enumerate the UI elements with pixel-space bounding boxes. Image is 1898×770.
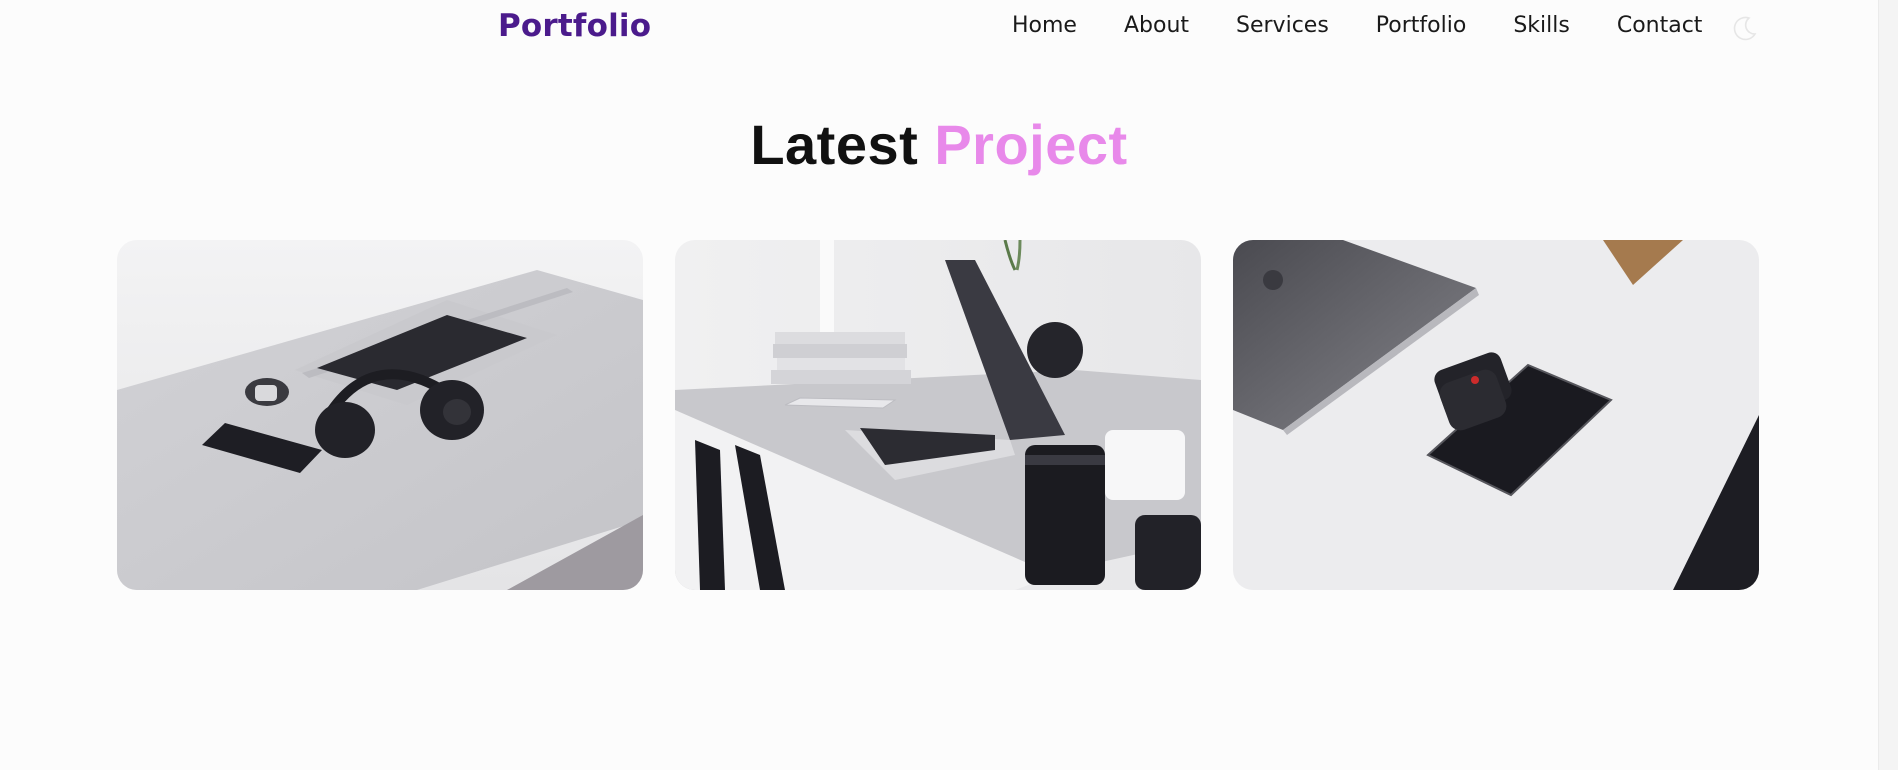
section-title-main: Latest	[750, 113, 919, 176]
project-card[interactable]	[675, 240, 1201, 590]
desk-laptop-headphones-photo	[117, 240, 643, 590]
page-scrollbar[interactable]	[1878, 0, 1898, 770]
project-grid	[117, 240, 1759, 590]
main-nav: Home About Services Portfolio Skills Con…	[1012, 13, 1702, 38]
site-logo[interactable]: Portfolio	[498, 8, 651, 44]
site-header: Portfolio Home About Services Portfolio …	[0, 0, 1878, 56]
section-title: Latest Project	[0, 112, 1878, 177]
moon-icon[interactable]	[1731, 14, 1759, 42]
project-card[interactable]	[1233, 240, 1759, 590]
laptop-smartwatch-phone-photo	[1233, 240, 1759, 590]
nav-link-about[interactable]: About	[1124, 13, 1189, 38]
nav-link-portfolio[interactable]: Portfolio	[1376, 13, 1467, 38]
nav-link-services[interactable]: Services	[1236, 13, 1329, 38]
desk-laptop-camera-lens-photo	[675, 240, 1201, 590]
section-title-accent: Project	[934, 113, 1128, 176]
nav-link-skills[interactable]: Skills	[1513, 13, 1570, 38]
project-card[interactable]	[117, 240, 643, 590]
nav-link-home[interactable]: Home	[1012, 13, 1077, 38]
nav-link-contact[interactable]: Contact	[1617, 13, 1703, 38]
